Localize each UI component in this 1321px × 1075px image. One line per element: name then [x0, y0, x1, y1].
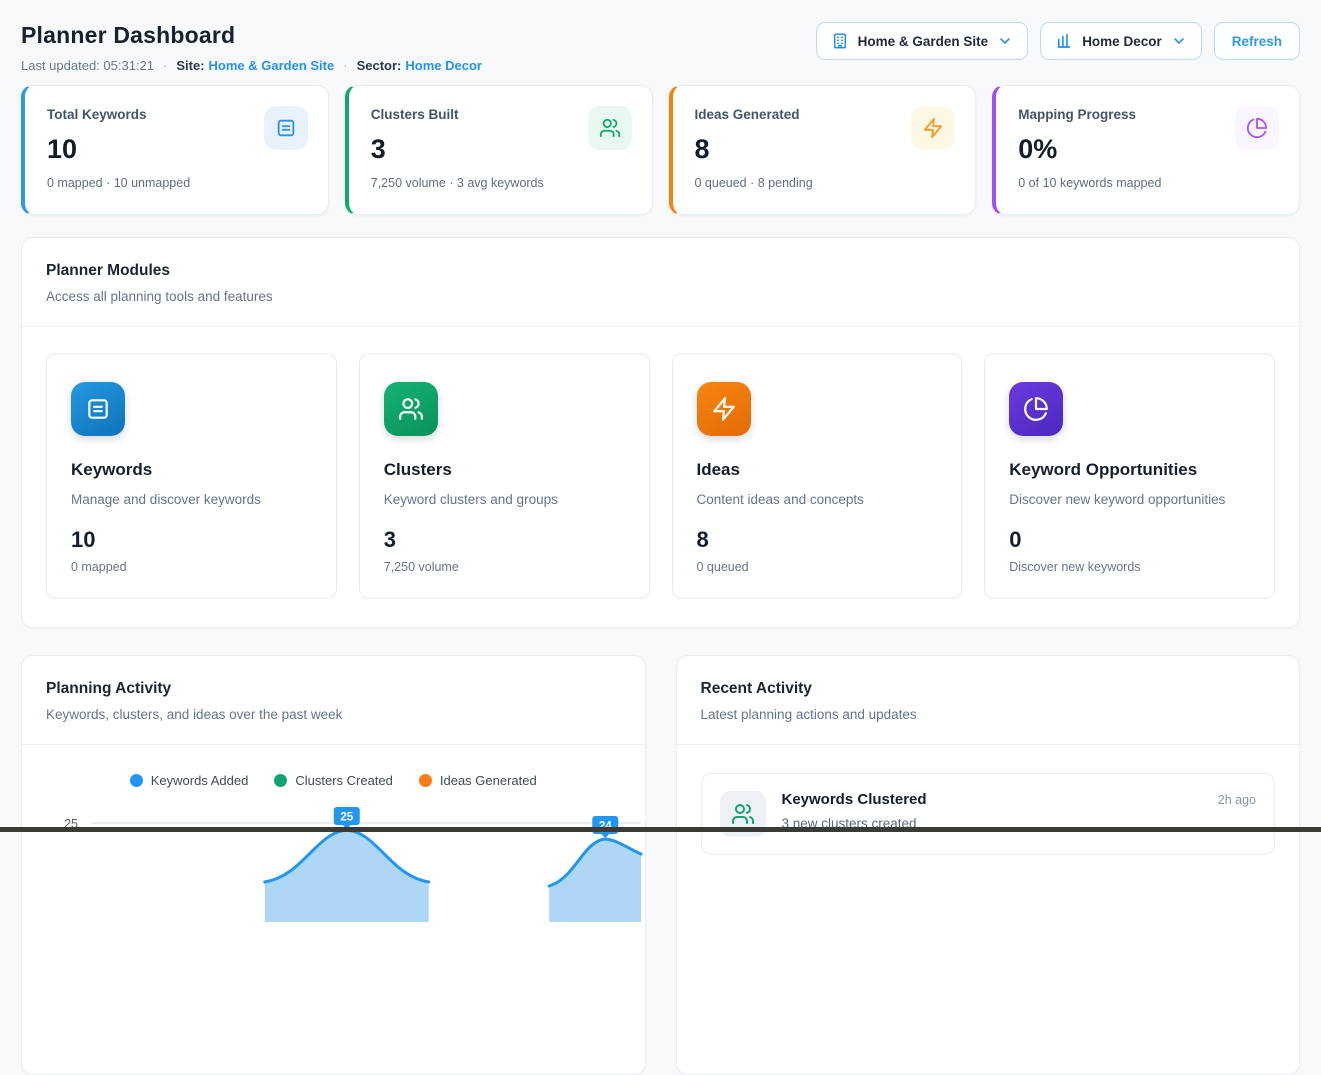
site-selector-dropdown[interactable]: Home & Garden Site: [816, 22, 1029, 60]
module-card-ideas[interactable]: Ideas Content ideas and concepts 8 0 que…: [672, 353, 963, 599]
modules-panel-header: Planner Modules Access all planning tool…: [22, 238, 1299, 326]
sector-selector-value: Home Decor: [1082, 34, 1162, 49]
module-subtext: 7,250 volume: [384, 560, 625, 574]
legend-label: Ideas Generated: [440, 773, 537, 788]
recent-activity-title: Recent Activity: [701, 680, 1276, 698]
divider: [677, 744, 1300, 745]
divider: [22, 744, 645, 745]
module-description: Content ideas and concepts: [697, 492, 938, 507]
legend-dot: [419, 774, 432, 787]
module-subtext: 0 mapped: [71, 560, 312, 574]
module-description: Discover new keyword opportunities: [1009, 492, 1250, 507]
activity-list-item: Keywords Clustered 2h ago 3 new clusters…: [701, 773, 1276, 855]
sector-label: Sector:: [357, 58, 402, 73]
legend-label: Keywords Added: [151, 773, 249, 788]
chevron-down-icon: [997, 33, 1013, 49]
stat-card-ideas-generated: Ideas Generated 8 0 queued · 8 pending: [669, 85, 977, 215]
meta-separator: ·: [163, 58, 167, 73]
planning-activity-header: Planning Activity Keywords, clusters, an…: [22, 656, 645, 744]
activity-area-chart: 252524: [46, 792, 646, 922]
pie-chart-icon: [1009, 382, 1063, 436]
bar-chart-icon: [1055, 32, 1073, 50]
meta-separator: ·: [343, 58, 347, 73]
building-icon: [831, 32, 849, 50]
sector-meta: Sector:Home Decor: [357, 58, 482, 73]
modules-panel-title: Planner Modules: [46, 262, 1275, 280]
header-meta: Last updated: 05:31:21 · Site: Home & Gar…: [21, 58, 482, 73]
svg-text:25: 25: [340, 812, 353, 824]
window-bottom-edge: [0, 827, 1321, 832]
legend-dot: [130, 774, 143, 787]
legend-item-keywords-added[interactable]: Keywords Added: [130, 773, 249, 788]
legend-label: Clusters Created: [295, 773, 393, 788]
pie-chart-icon: [1235, 106, 1279, 150]
module-card-keyword-opportunities[interactable]: Keyword Opportunities Discover new keywo…: [984, 353, 1275, 599]
chevron-down-icon: [1171, 33, 1187, 49]
stat-subtext: 0 queued · 8 pending: [695, 176, 954, 190]
module-title: Clusters: [384, 460, 625, 480]
module-description: Manage and discover keywords: [71, 492, 312, 507]
stat-card-mapping-progress: Mapping Progress 0% 0 of 10 keywords map…: [992, 85, 1300, 215]
page-header: Planner Dashboard Last updated: 05:31:21…: [21, 14, 1300, 73]
modules-panel-subtitle: Access all planning tools and features: [46, 289, 1275, 304]
header-controls: Home & Garden Site Home Decor Refresh: [816, 22, 1300, 60]
module-subtext: 0 queued: [697, 560, 938, 574]
planner-dashboard-page: Planner Dashboard Last updated: 05:31:21…: [0, 0, 1321, 1075]
module-title: Keyword Opportunities: [1009, 460, 1250, 480]
site-meta: Site: Home & Garden Site: [176, 58, 334, 73]
legend-item-clusters-created[interactable]: Clusters Created: [274, 773, 393, 788]
recent-activity-header: Recent Activity Latest planning actions …: [677, 656, 1300, 744]
planning-activity-subtitle: Keywords, clusters, and ideas over the p…: [46, 707, 621, 722]
header-left: Planner Dashboard Last updated: 05:31:21…: [21, 14, 482, 73]
site-link[interactable]: Home & Garden Site: [209, 58, 335, 73]
stat-card-total-keywords: Total Keywords 10 0 mapped · 10 unmapped: [21, 85, 329, 215]
module-card-clusters[interactable]: Clusters Keyword clusters and groups 3 7…: [359, 353, 650, 599]
module-subtext: Discover new keywords: [1009, 560, 1250, 574]
planning-activity-panel: Planning Activity Keywords, clusters, an…: [21, 655, 646, 1075]
sector-link[interactable]: Home Decor: [405, 58, 482, 73]
activity-item-timestamp: 2h ago: [1218, 793, 1256, 807]
bolt-icon: [697, 382, 751, 436]
users-icon: [384, 382, 438, 436]
last-updated-text: Last updated: 05:31:21: [21, 58, 154, 73]
stat-subtext: 0 mapped · 10 unmapped: [47, 176, 306, 190]
site-selector-value: Home & Garden Site: [858, 34, 989, 49]
module-title: Keywords: [71, 460, 312, 480]
recent-activity-subtitle: Latest planning actions and updates: [701, 707, 1276, 722]
modules-grid: Keywords Manage and discover keywords 10…: [22, 327, 1299, 627]
module-value: 3: [384, 527, 625, 553]
planning-activity-title: Planning Activity: [46, 680, 621, 698]
module-value: 10: [71, 527, 312, 553]
stat-subtext: 0 of 10 keywords mapped: [1018, 176, 1277, 190]
refresh-button[interactable]: Refresh: [1214, 22, 1300, 60]
planner-modules-panel: Planner Modules Access all planning tool…: [21, 237, 1300, 628]
site-label: Site:: [176, 58, 204, 73]
module-value: 8: [697, 527, 938, 553]
stat-card-clusters-built: Clusters Built 3 7,250 volume · 3 avg ke…: [345, 85, 653, 215]
bolt-icon: [911, 106, 955, 150]
stat-subtext: 7,250 volume · 3 avg keywords: [371, 176, 630, 190]
sector-selector-dropdown[interactable]: Home Decor: [1040, 22, 1202, 60]
recent-activity-panel: Recent Activity Latest planning actions …: [676, 655, 1301, 1075]
document-icon: [71, 382, 125, 436]
legend-dot: [274, 774, 287, 787]
legend-item-ideas-generated[interactable]: Ideas Generated: [419, 773, 537, 788]
activity-item-body: Keywords Clustered 2h ago 3 new clusters…: [782, 791, 1257, 831]
bottom-row: Planning Activity Keywords, clusters, an…: [21, 655, 1300, 1075]
activity-item-title: Keywords Clustered: [782, 791, 927, 808]
module-card-keywords[interactable]: Keywords Manage and discover keywords 10…: [46, 353, 337, 599]
stats-row: Total Keywords 10 0 mapped · 10 unmapped…: [21, 85, 1300, 215]
module-description: Keyword clusters and groups: [384, 492, 625, 507]
chart-legend: Keywords Added Clusters Created Ideas Ge…: [22, 773, 645, 788]
users-icon: [588, 106, 632, 150]
document-icon: [264, 106, 308, 150]
module-value: 0: [1009, 527, 1250, 553]
module-title: Ideas: [697, 460, 938, 480]
page-title: Planner Dashboard: [21, 22, 482, 49]
